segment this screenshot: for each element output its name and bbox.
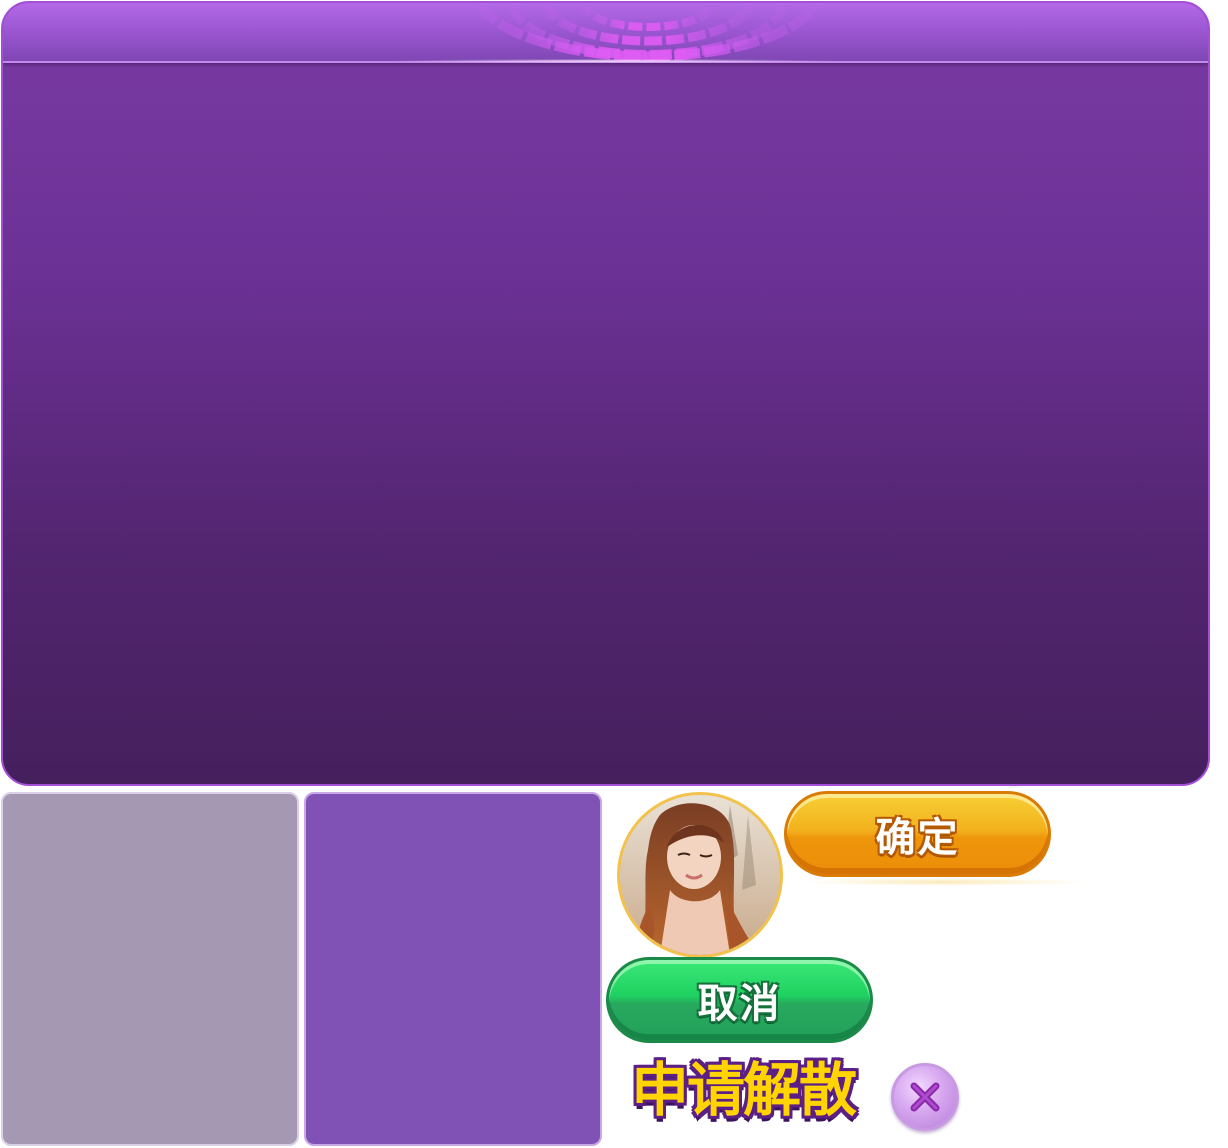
confirm-button[interactable]: 确定 — [784, 791, 1051, 877]
confirm-button-label: 确定 — [875, 815, 960, 861]
player-avatar — [617, 792, 783, 958]
close-icon — [910, 1082, 940, 1112]
game-ui-sprite-sheet: 确定 取消 申请解散 — [0, 0, 1228, 1148]
dialog-title-art: 申请解散 — [630, 1056, 857, 1124]
dialog-panel — [1, 1, 1210, 786]
cancel-button-label: 取消 — [697, 981, 782, 1027]
avatar-photo-icon — [620, 795, 780, 955]
cancel-button[interactable]: 取消 — [606, 957, 873, 1043]
header-ornament-icon — [473, 3, 823, 62]
purple-tile — [304, 792, 602, 1146]
grey-tile — [1, 792, 299, 1146]
confirm-button-shine — [800, 878, 1090, 886]
close-button[interactable] — [891, 1063, 959, 1131]
header-glow-line — [383, 59, 843, 63]
